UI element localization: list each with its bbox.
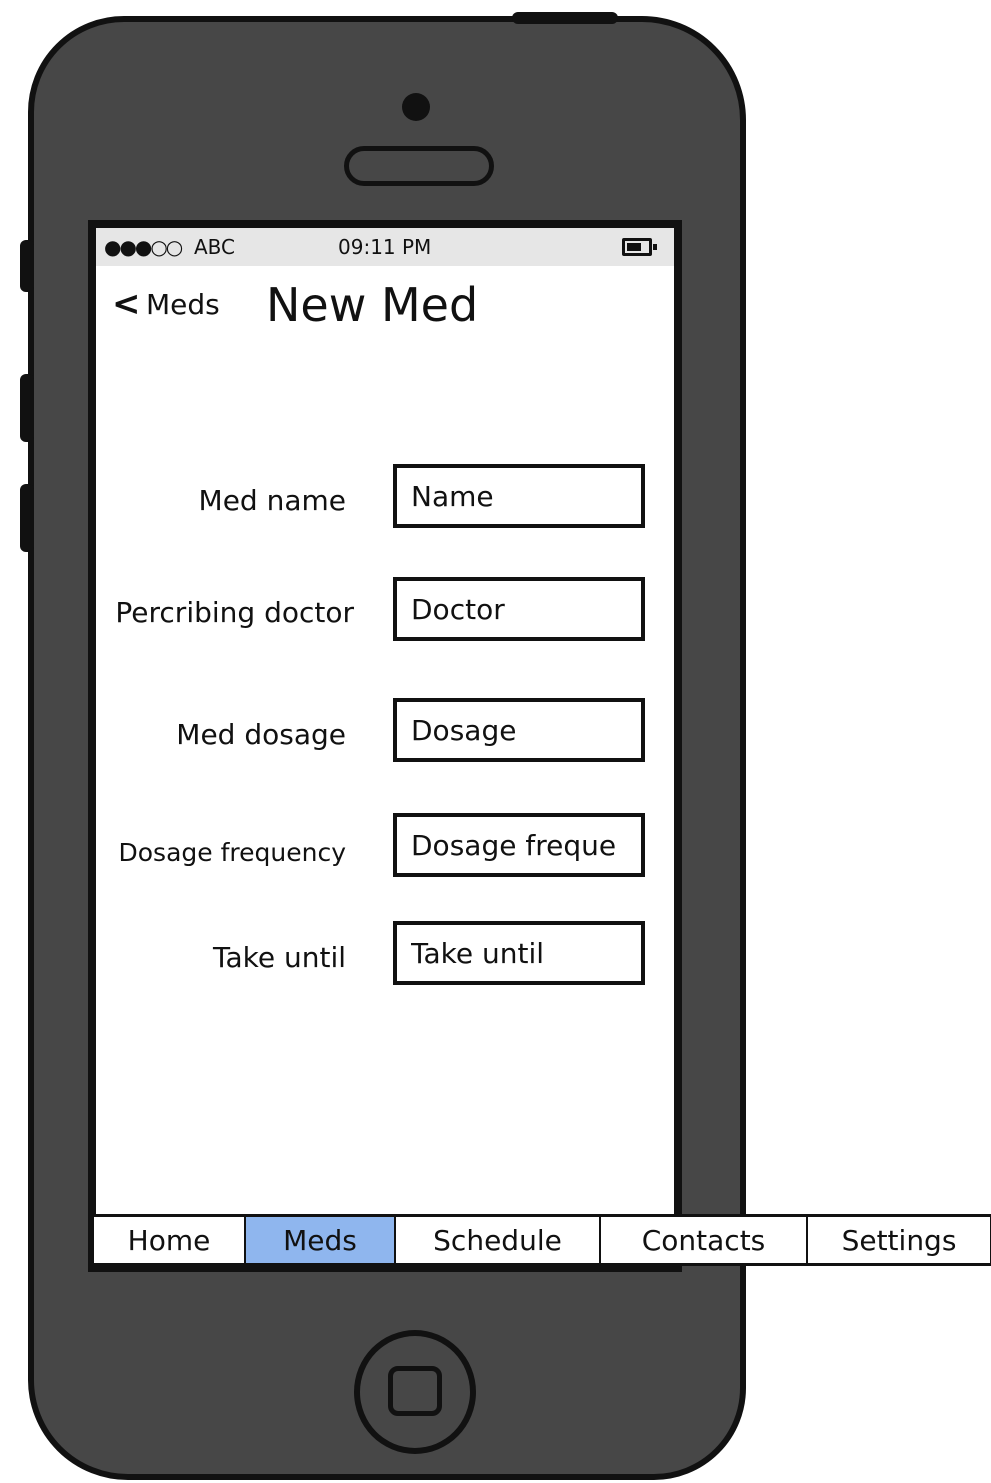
tab-label: Contacts [641, 1223, 766, 1257]
dosage-frequency-input[interactable] [393, 813, 645, 877]
volume-down-button [20, 484, 34, 552]
prescribing-doctor-input[interactable] [393, 577, 645, 641]
tab-schedule[interactable]: Schedule [395, 1214, 600, 1266]
back-button[interactable]: Meds [146, 288, 220, 321]
page-title: New Med [266, 278, 479, 332]
home-square-icon [388, 1366, 442, 1416]
volume-up-button [20, 374, 34, 442]
carrier-name: ABC [194, 235, 236, 259]
camera-icon [402, 93, 430, 121]
tab-label: Meds [283, 1223, 357, 1257]
tab-contacts[interactable]: Contacts [600, 1214, 807, 1266]
tab-settings[interactable]: Settings [807, 1214, 991, 1266]
back-chevron-icon[interactable]: < [112, 284, 141, 324]
tab-label: Home [127, 1223, 211, 1257]
speaker-icon [344, 146, 494, 186]
mute-switch [20, 240, 34, 292]
tab-meds[interactable]: Meds [245, 1214, 395, 1266]
home-button[interactable] [354, 1330, 476, 1454]
status-time: 09:11 PM [338, 235, 432, 259]
battery-icon [622, 238, 657, 256]
tab-label: Settings [841, 1223, 957, 1257]
tab-bar: Home Meds Schedule Contacts Settings [93, 1214, 991, 1266]
dosage-frequency-label: Dosage frequency [118, 838, 346, 867]
stage: ●●●○○ ABC 09:11 PM < Meds New Med Med na… [0, 0, 991, 1483]
med-dosage-input[interactable] [393, 698, 645, 762]
med-dosage-label: Med dosage [176, 718, 346, 751]
take-until-label: Take until [213, 941, 346, 974]
tab-label: Schedule [433, 1223, 562, 1257]
med-name-label: Med name [198, 484, 346, 517]
med-name-input[interactable] [393, 464, 645, 528]
signal-icon: ●●●○○ [104, 235, 183, 259]
screen: ●●●○○ ABC 09:11 PM < Meds New Med Med na… [88, 220, 682, 1272]
prescribing-doctor-label: Percribing doctor [115, 596, 354, 629]
take-until-input[interactable] [393, 921, 645, 985]
power-button [512, 12, 618, 24]
tab-home[interactable]: Home [93, 1214, 245, 1266]
status-bar: ●●●○○ ABC 09:11 PM [96, 228, 674, 266]
